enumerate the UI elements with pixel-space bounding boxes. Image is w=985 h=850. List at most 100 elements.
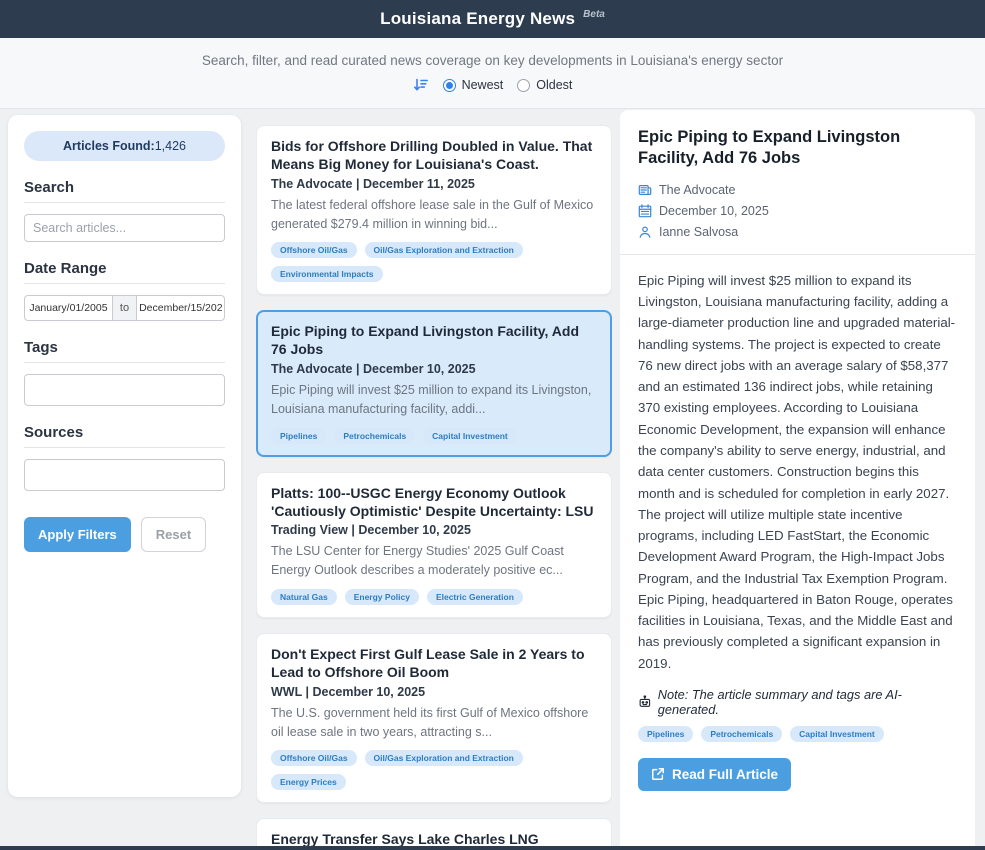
article-card-date: December 10, 2025 (312, 685, 425, 699)
filter-sidebar: Articles Found:1,426 Search Date Range t… (8, 115, 241, 797)
tag-pill: Electric Generation (427, 589, 523, 605)
article-card-date: December 11, 2025 (363, 177, 475, 191)
robot-icon (638, 695, 652, 709)
article-card-title: Platts: 100--USGC Energy Economy Outlook… (271, 485, 597, 521)
tag-pill: Offshore Oil/Gas (271, 242, 357, 258)
sort-descending-icon (413, 77, 429, 93)
article-card-summary: The LSU Center for Energy Studies' 2025 … (271, 542, 597, 580)
page: Louisiana Energy News Beta Search, filte… (0, 0, 985, 850)
detail-source-row: The Advocate (638, 183, 957, 197)
divider (24, 283, 225, 284)
sort-newest-label: Newest (462, 78, 504, 92)
tag-pill: Energy Prices (271, 774, 346, 790)
radio-dot (443, 79, 456, 92)
articles-found-label: Articles Found: (63, 139, 155, 153)
article-card-title: Epic Piping to Expand Livingston Facilit… (271, 323, 597, 359)
search-heading: Search (24, 179, 225, 196)
subheader: Search, filter, and read curated news co… (0, 38, 985, 109)
detail-date: December 10, 2025 (659, 204, 769, 218)
newspaper-icon (638, 183, 652, 197)
meta-separator: | (351, 523, 355, 537)
ai-note-text: Note: The article summary and tags are A… (658, 687, 957, 717)
article-card-source: The Advocate (271, 177, 353, 191)
app-title: Louisiana Energy News (380, 9, 575, 29)
detail-date-row: December 10, 2025 (638, 204, 957, 218)
articles-found-badge: Articles Found:1,426 (24, 131, 225, 161)
article-card-date: December 10, 2025 (358, 523, 471, 537)
beta-badge: Beta (583, 9, 605, 20)
detail-source: The Advocate (659, 183, 735, 197)
detail-title: Epic Piping to Expand Livingston Facilit… (638, 127, 957, 170)
footer-strip (0, 846, 985, 850)
tag-pill: Energy Policy (345, 589, 419, 605)
articles-found-count: 1,426 (155, 139, 186, 153)
sort-controls: Newest Oldest (0, 77, 985, 93)
search-input[interactable] (24, 214, 225, 242)
article-card-tags: Pipelines Petrochemicals Capital Investmen… (271, 428, 597, 444)
tag-pill: Oil/Gas Exploration and Extraction (365, 750, 523, 766)
meta-separator: | (356, 362, 360, 376)
detail-author-row: Ianne Salvosa (638, 225, 957, 239)
date-to-input[interactable] (136, 295, 225, 321)
person-icon (638, 225, 652, 239)
tag-pill: Capital Investment (423, 428, 517, 444)
tag-pill: Petrochemicals (701, 726, 782, 742)
date-from-input[interactable] (24, 295, 113, 321)
article-card-summary: The latest federal offshore lease sale i… (271, 196, 597, 234)
article-card-source: Trading View (271, 523, 348, 537)
detail-author: Ianne Salvosa (659, 225, 738, 239)
ai-note-row: Note: The article summary and tags are A… (638, 687, 957, 717)
date-to-label: to (113, 295, 136, 321)
article-card[interactable]: Epic Piping to Expand Livingston Facilit… (256, 310, 612, 456)
sort-oldest-label: Oldest (536, 78, 572, 92)
article-card-meta: WWL | December 10, 2025 (271, 685, 597, 699)
sources-input[interactable] (24, 459, 225, 491)
tag-pill: Environmental Impacts (271, 266, 383, 282)
tag-pill: Natural Gas (271, 589, 337, 605)
app-header: Louisiana Energy News Beta (0, 0, 985, 38)
article-card-title: Don't Expect First Gulf Lease Sale in 2 … (271, 646, 597, 682)
calendar-icon (638, 204, 652, 218)
article-card-date: December 10, 2025 (363, 362, 476, 376)
date-range-heading: Date Range (24, 260, 225, 277)
sort-oldest-radio[interactable]: Oldest (517, 78, 572, 92)
divider (24, 447, 225, 448)
tags-heading: Tags (24, 339, 225, 356)
article-detail-panel: Epic Piping to Expand Livingston Facilit… (620, 110, 975, 846)
external-link-icon (651, 767, 665, 781)
article-card-source: WWL (271, 685, 302, 699)
article-card-meta: Trading View | December 10, 2025 (271, 523, 597, 537)
apply-filters-button[interactable]: Apply Filters (24, 517, 131, 552)
detail-tags: Pipelines Petrochemicals Capital Investmen… (638, 726, 957, 742)
detail-body: Epic Piping will invest $25 million to e… (638, 270, 957, 674)
sort-newest-radio[interactable]: Newest (443, 78, 504, 92)
tag-pill: Pipelines (638, 726, 693, 742)
article-card[interactable]: Bids for Offshore Drilling Doubled in Va… (256, 125, 612, 295)
article-card-source: The Advocate (271, 362, 353, 376)
article-card-tags: Offshore Oil/Gas Oil/Gas Exploration and … (271, 242, 597, 282)
read-full-article-button[interactable]: Read Full Article (638, 758, 791, 791)
tag-pill: Pipelines (271, 428, 326, 444)
article-card-title: Bids for Offshore Drilling Doubled in Va… (271, 138, 597, 174)
radio-dot (517, 79, 530, 92)
app-subtitle: Search, filter, and read curated news co… (0, 53, 985, 68)
article-card-summary: The U.S. government held its first Gulf … (271, 704, 597, 742)
divider (24, 202, 225, 203)
tags-input[interactable] (24, 374, 225, 406)
tag-pill: Petrochemicals (334, 428, 415, 444)
article-card-meta: The Advocate | December 10, 2025 (271, 362, 597, 376)
tag-pill: Oil/Gas Exploration and Extraction (365, 242, 523, 258)
article-card-tags: Natural Gas Energy Policy Electric Generat… (271, 589, 597, 605)
meta-separator: | (356, 177, 360, 191)
article-card[interactable]: Don't Expect First Gulf Lease Sale in 2 … (256, 633, 612, 803)
article-list[interactable]: Bids for Offshore Drilling Doubled in Va… (256, 125, 612, 850)
divider (620, 254, 975, 255)
reset-button[interactable]: Reset (141, 517, 206, 552)
filter-buttons: Apply Filters Reset (24, 517, 225, 552)
tag-pill: Capital Investment (790, 726, 884, 742)
article-card-tags: Offshore Oil/GasOil/Gas Exploration and … (271, 750, 597, 790)
article-card[interactable]: Platts: 100--USGC Energy Economy Outlook… (256, 472, 612, 618)
date-range-row: to (24, 295, 225, 321)
meta-separator: | (306, 685, 310, 699)
read-full-article-label: Read Full Article (672, 767, 778, 782)
